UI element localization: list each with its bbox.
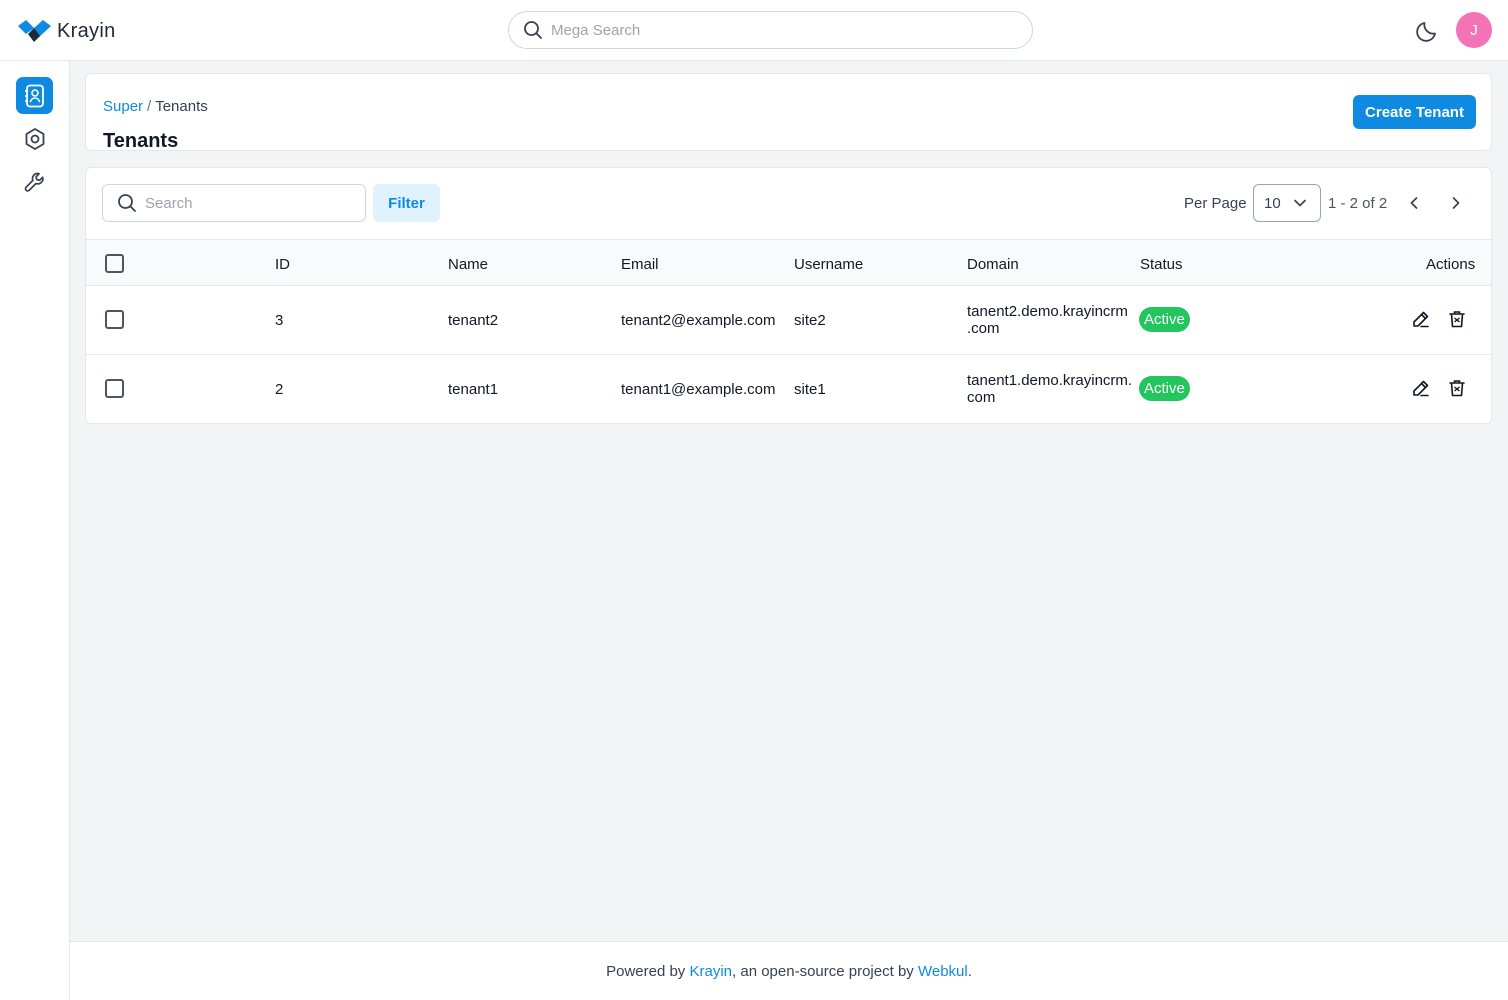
- cell-name: tenant2: [448, 312, 499, 329]
- search-icon: [118, 194, 136, 212]
- cell-id: 2: [275, 381, 284, 398]
- search-icon: [524, 21, 542, 39]
- trash-icon: [1449, 380, 1465, 397]
- column-header-status[interactable]: Status: [1140, 256, 1183, 273]
- top-bar: Krayin J: [0, 0, 1508, 61]
- krayin-logo-icon: [18, 20, 51, 42]
- breadcrumb: Super / Tenants: [103, 98, 208, 115]
- table-header: ID Name Email Username Domain Status Act…: [86, 239, 1491, 286]
- footer-prefix: Powered by: [606, 963, 690, 980]
- sidebar-item-contacts[interactable]: [16, 77, 53, 114]
- cell-domain: tanent1.demo.krayincrm. com: [967, 372, 1132, 406]
- breadcrumb-separator: /: [147, 98, 152, 115]
- create-tenant-button[interactable]: Create Tenant: [1353, 95, 1476, 129]
- column-header-name[interactable]: Name: [448, 256, 488, 273]
- column-header-id[interactable]: ID: [275, 256, 290, 273]
- settings-icon: [25, 127, 44, 150]
- per-page-value: 10: [1264, 194, 1281, 212]
- edit-button[interactable]: [1410, 308, 1432, 330]
- per-page-label: Per Page: [1184, 195, 1247, 212]
- status-badge: Active: [1139, 307, 1190, 332]
- cell-domain: tanent2.demo.krayincrm .com: [967, 303, 1132, 337]
- cell-email: tenant1@example.com: [621, 381, 776, 398]
- footer-webkul-link[interactable]: Webkul: [918, 963, 968, 980]
- dark-mode-toggle-icon[interactable]: [1415, 17, 1441, 43]
- breadcrumb-current: Tenants: [155, 98, 208, 115]
- tenants-datagrid: Filter Per Page 10 1 - 2 of 2 ID Name Em…: [85, 167, 1492, 424]
- logo-text: Krayin: [57, 19, 116, 42]
- cell-domain-line1: tanent2.demo.krayincrm: [967, 303, 1128, 320]
- pagination-info: 1 - 2 of 2: [1328, 195, 1388, 212]
- row-checkbox[interactable]: [105, 310, 124, 329]
- cell-id: 3: [275, 312, 284, 329]
- breadcrumb-super-link[interactable]: Super: [103, 98, 143, 115]
- chevron-right-icon: [1452, 197, 1460, 209]
- filter-button[interactable]: Filter: [373, 184, 440, 222]
- footer-middle: , an open-source project by: [732, 963, 918, 980]
- table-row: 2 tenant1 tenant1@example.com site1 tane…: [86, 355, 1491, 423]
- status-badge: Active: [1139, 376, 1190, 401]
- wrench-icon: [24, 172, 44, 192]
- per-page-select[interactable]: 10: [1253, 184, 1321, 222]
- pencil-icon: [1413, 380, 1429, 397]
- cell-name: tenant1: [448, 381, 499, 398]
- datagrid-search-input[interactable]: [145, 194, 355, 212]
- footer: Powered by Krayin, an open-source projec…: [70, 941, 1508, 1000]
- mega-search-input[interactable]: [551, 21, 991, 39]
- row-checkbox[interactable]: [105, 379, 124, 398]
- chevron-left-icon: [1410, 197, 1418, 209]
- user-avatar[interactable]: J: [1456, 12, 1492, 48]
- datagrid-search[interactable]: [102, 184, 366, 222]
- logo[interactable]: Krayin: [18, 18, 116, 44]
- page-header-card: Super / Tenants Tenants Create Tenant: [85, 73, 1492, 152]
- pencil-icon: [1413, 311, 1429, 328]
- cell-username: site2: [794, 312, 826, 329]
- cell-email: tenant2@example.com: [621, 312, 776, 329]
- sidebar-item-settings[interactable]: [16, 120, 53, 157]
- delete-button[interactable]: [1446, 308, 1468, 330]
- column-header-actions: Actions: [1426, 256, 1476, 273]
- footer-krayin-link[interactable]: Krayin: [689, 963, 732, 980]
- previous-page-button[interactable]: [1404, 193, 1424, 213]
- sidebar: [0, 61, 70, 1000]
- column-header-domain[interactable]: Domain: [967, 256, 1019, 273]
- delete-button[interactable]: [1446, 377, 1468, 399]
- cell-domain-line2: .com: [967, 320, 1000, 337]
- edit-button[interactable]: [1410, 377, 1432, 399]
- select-all-checkbox[interactable]: [105, 254, 124, 273]
- page-title: Tenants: [103, 130, 179, 152]
- cell-domain-line1: tanent1.demo.krayincrm.: [967, 372, 1133, 389]
- sidebar-item-configuration[interactable]: [16, 163, 53, 200]
- next-page-button[interactable]: [1446, 193, 1466, 213]
- footer-suffix: .: [967, 963, 972, 980]
- cell-username: site1: [794, 381, 826, 398]
- mega-search-bar[interactable]: [508, 11, 1033, 49]
- column-header-email[interactable]: Email: [621, 256, 659, 273]
- chevron-down-icon: [1294, 199, 1306, 207]
- contacts-icon: [24, 84, 44, 107]
- main-content: Super/Tenants Tenants Create Tenant Filt…: [70, 61, 1508, 941]
- column-header-username[interactable]: Username: [794, 256, 863, 273]
- cell-domain-line2: com: [967, 389, 996, 406]
- trash-icon: [1449, 311, 1465, 328]
- table-row: 3 tenant2 tenant2@example.com site2 tane…: [86, 286, 1491, 355]
